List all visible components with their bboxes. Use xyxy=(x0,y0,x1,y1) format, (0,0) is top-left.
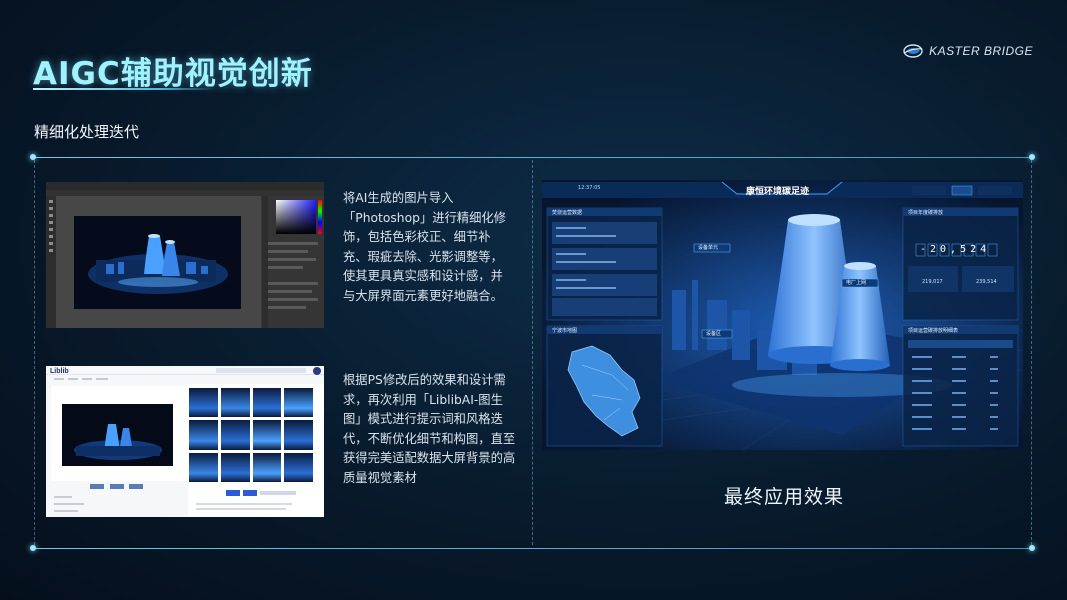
generate-button[interactable] xyxy=(226,490,240,496)
step1-line: 将AI生成的图片导入 xyxy=(343,191,454,205)
title-underline xyxy=(33,88,215,90)
action-button[interactable] xyxy=(243,490,257,496)
metric-a: 219,017 xyxy=(922,279,943,285)
photoshop-screenshot xyxy=(46,182,324,328)
globe-logo-icon xyxy=(903,44,923,58)
dashboard-time: 12:37:05 xyxy=(578,185,601,191)
divider-middle xyxy=(532,160,533,545)
step2-line: 代，不断优化细节和构图，直至 xyxy=(343,431,516,446)
thumbnail[interactable] xyxy=(189,420,218,450)
step2-line: 获得完美适配数据大屏背景的高 xyxy=(343,451,516,465)
thumbnail[interactable] xyxy=(220,420,250,450)
step1-description: 将AI生成的图片导入 「Photoshop」进行精细化修 饰，包括色彩校正、细节… xyxy=(343,189,506,306)
photoshop-window-illustration xyxy=(46,182,324,328)
page-title: AIGC辅助视觉创新 xyxy=(33,56,313,92)
map-tag: 设备单元 xyxy=(698,245,719,251)
step1-line: 饰，包括色彩校正、细节补 xyxy=(343,230,491,244)
step1-line: 充、瑕疵去除、光影调整等， xyxy=(343,249,503,264)
map-tag: 电厂上网 xyxy=(846,280,867,286)
thumbnail[interactable] xyxy=(220,388,250,418)
thumbnail[interactable] xyxy=(284,388,313,418)
frame-dot xyxy=(30,154,36,160)
metric-b: 239,514 xyxy=(976,279,997,285)
thumbnail[interactable] xyxy=(220,452,250,482)
thumbnail[interactable] xyxy=(284,452,313,482)
toolbar-icons xyxy=(260,491,296,495)
step2-line: 求，再次利用「LiblibAI-图生 xyxy=(343,392,503,407)
step1-line: 使其更具真实感和设计感，并 xyxy=(343,269,503,283)
liblibai-screenshot: Liblib xyxy=(46,366,324,517)
brand-logo: KASTER BRIDGE xyxy=(903,44,1033,58)
step2-line: 根据PS修改后的效果和设计需 xyxy=(343,373,506,387)
right-panel-title: 项目年度碳排放 xyxy=(908,210,944,216)
divider-left xyxy=(34,160,35,545)
liblib-thumbnail-grid xyxy=(189,388,313,482)
thumbnail[interactable] xyxy=(252,420,282,450)
bottom-frame-line xyxy=(34,548,1032,549)
thumbnail[interactable] xyxy=(189,388,218,418)
step1-line: 与大屏界面元素更好地融合。 xyxy=(343,288,503,303)
frame-dot xyxy=(1029,545,1035,551)
step2-description: 根据PS修改后的效果和设计需 求，再次利用「LiblibAI-图生 图」模式进行… xyxy=(343,371,515,488)
thumbnail[interactable] xyxy=(284,420,313,450)
frame-dot xyxy=(30,545,36,551)
final-result-label: 最终应用效果 xyxy=(724,486,845,508)
map-panel-title: 宁波市地图 xyxy=(552,328,578,334)
left-panel-title: 焚烧运营数据 xyxy=(552,210,583,216)
frame-dot xyxy=(1029,154,1035,160)
top-frame-line xyxy=(34,157,1032,158)
carbon-counter: -20,524 xyxy=(920,244,991,255)
step2-line: 图」模式进行提示词和风格迭 xyxy=(343,412,503,426)
dashboard-illustration xyxy=(542,180,1023,450)
section-subtitle: 精细化处理迭代 xyxy=(34,123,140,141)
thumbnail[interactable] xyxy=(252,452,282,482)
step1-line: 「Photoshop」进行精细化修 xyxy=(343,210,506,225)
liblib-action-bar xyxy=(226,490,296,496)
divider-right xyxy=(1031,160,1032,545)
dashboard-screenshot: 康恒环境碳足迹 12:37:05 焚烧运营数据 宁波市地图 项目年度碳排放 -2… xyxy=(542,180,1023,450)
step2-line: 质量视觉素材 xyxy=(343,470,417,485)
thumbnail[interactable] xyxy=(189,452,218,482)
dashboard-title: 康恒环境碳足迹 xyxy=(746,187,810,197)
brand-name: KASTER BRIDGE xyxy=(929,44,1033,58)
table-panel-title: 项目运营碳排放明细表 xyxy=(908,328,959,334)
thumbnail[interactable] xyxy=(252,388,282,418)
map-tag: 设备区 xyxy=(706,331,722,337)
liblib-text-lines xyxy=(196,503,292,510)
